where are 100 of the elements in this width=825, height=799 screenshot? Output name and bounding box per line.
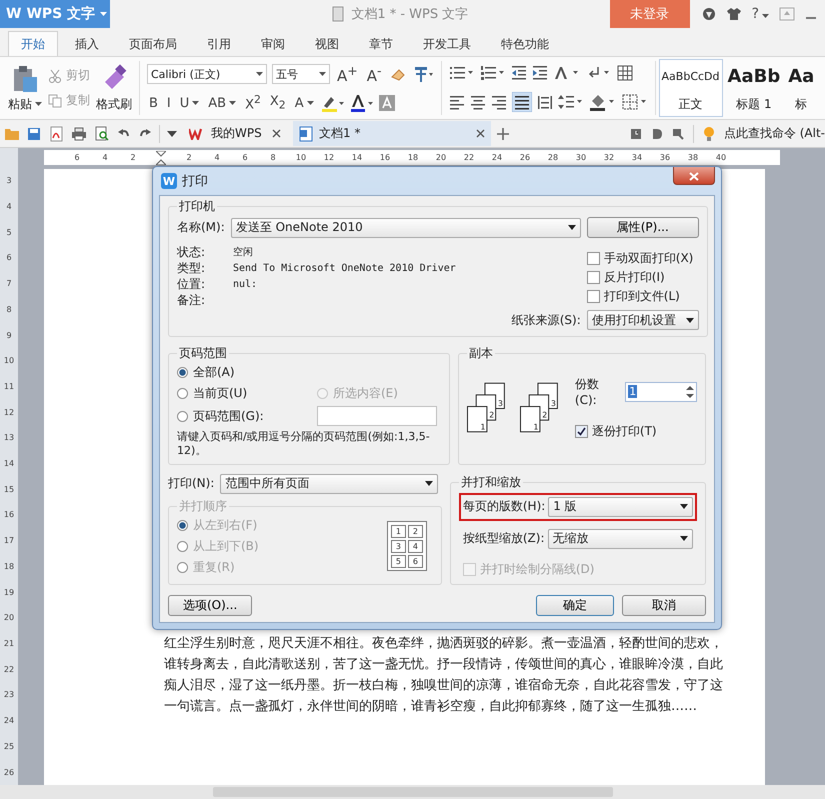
checkbox-option[interactable]: 反片打印(I): [586, 269, 699, 286]
print-icon[interactable]: [71, 126, 87, 140]
collate-checkbox[interactable]: 逐份打印(T): [574, 423, 697, 440]
font-size-step-button[interactable]: A$^{-}$: [364, 63, 384, 86]
horizontal-scrollbar[interactable]: [0, 785, 825, 799]
decrease-indent-icon[interactable]: [510, 64, 527, 80]
line-spacing-icon[interactable]: [558, 94, 584, 110]
style-label: 标题 1: [736, 96, 772, 113]
bullet-list-icon[interactable]: [448, 64, 475, 80]
preview-page-number: 6: [408, 555, 423, 568]
font-color-icon[interactable]: [350, 94, 374, 112]
copies-spinbox[interactable]: 1: [625, 382, 697, 402]
checkbox-option[interactable]: 打印到文件(L): [586, 288, 699, 305]
clock-icon[interactable]: [630, 128, 642, 140]
help-button[interactable]: ?: [752, 6, 769, 22]
ruler-number: 14: [4, 458, 14, 470]
command-search-hint[interactable]: 点此查找命令 (Alt-: [724, 125, 825, 142]
ruler-number: 23: [4, 689, 14, 702]
spin-arrows-icon[interactable]: [686, 384, 696, 399]
new-tab-icon[interactable]: [497, 128, 509, 140]
caret-icon: [762, 14, 769, 18]
menu-tab[interactable]: 特色功能: [488, 31, 562, 56]
radio-option[interactable]: 页码范围(G):: [177, 408, 317, 425]
properties-button[interactable]: 属性(P)...: [586, 217, 699, 238]
ruler-number: 14: [350, 153, 364, 162]
align-left-icon[interactable]: [448, 94, 465, 110]
font-style-button[interactable]: X$^{2}$: [243, 93, 263, 113]
pages-per-sheet-dropdown[interactable]: 1 版: [548, 496, 693, 517]
preview-page-number: 2: [408, 525, 423, 538]
lightbulb-icon[interactable]: [702, 126, 715, 142]
checkbox-option[interactable]: 手动双面打印(X): [586, 250, 699, 267]
printer-dropdown[interactable]: 发送至 OneNote 2010: [230, 218, 581, 238]
document-icon: [331, 6, 346, 22]
increase-indent-icon[interactable]: [532, 64, 548, 80]
numbered-list-icon[interactable]: [480, 64, 506, 80]
pdf-export-icon[interactable]: [48, 126, 64, 142]
style-gallery-item[interactable]: AaBbCcDd 正文: [658, 59, 723, 117]
shirt-icon[interactable]: [726, 7, 742, 21]
menu-tab[interactable]: 插入: [62, 31, 112, 56]
page-range-input[interactable]: [317, 406, 437, 426]
menu-tab[interactable]: 引用: [194, 31, 244, 56]
justify-icon[interactable]: [512, 92, 532, 112]
menu-tab[interactable]: 开始: [8, 31, 58, 56]
menu-tab[interactable]: 开发工具: [410, 31, 484, 56]
font-style-button[interactable]: AB: [206, 96, 238, 111]
font-size-step-button[interactable]: A$^{+}$: [335, 63, 360, 86]
document-tab[interactable]: 我的WPS: [183, 121, 287, 146]
field-label: 打印(N):: [168, 475, 214, 492]
paste-button[interactable]: 粘贴: [8, 64, 42, 112]
paint-bucket-icon[interactable]: [588, 92, 617, 110]
document-tab[interactable]: 文档1 *: [293, 121, 491, 146]
indent-marker-icon[interactable]: [156, 150, 166, 164]
ok-button[interactable]: 确定: [536, 594, 614, 616]
menu-tab[interactable]: 审阅: [248, 31, 298, 56]
menu-tab[interactable]: 章节: [356, 31, 406, 56]
format-painter-button[interactable]: 格式刷: [96, 64, 132, 112]
font-style-button[interactable]: A: [292, 96, 316, 111]
print-what-dropdown[interactable]: 范围中所有页面: [220, 474, 438, 494]
ruler-number: 10: [294, 153, 308, 162]
font-style-button[interactable]: B: [147, 96, 160, 111]
font-style-button[interactable]: I: [164, 96, 173, 111]
close-button[interactable]: [673, 167, 715, 185]
group-title: 页码范围: [178, 345, 228, 362]
character-shading-icon[interactable]: [378, 95, 395, 112]
print-preview-icon[interactable]: [94, 126, 110, 142]
options-button[interactable]: 选项(O)...: [168, 594, 252, 616]
radio-option[interactable]: 全部(A): [177, 364, 442, 382]
info-label: 位置:: [177, 276, 206, 292]
d-shape-icon[interactable]: [650, 128, 663, 140]
borders-icon[interactable]: [622, 94, 648, 110]
close-icon[interactable]: [272, 129, 281, 138]
ruler-number: 6: [6, 252, 12, 264]
menu-tab[interactable]: 视图: [302, 31, 352, 56]
menu-tab[interactable]: 页面布局: [116, 31, 190, 56]
scale-dropdown[interactable]: 无缩放: [548, 528, 693, 549]
style-gallery-item[interactable]: AaBb 标题 1: [724, 59, 784, 117]
align-center-icon[interactable]: [470, 94, 486, 110]
font-style-button[interactable]: U: [178, 96, 202, 111]
ruler-number: 9: [6, 330, 12, 342]
info-value: 空闲: [233, 246, 253, 259]
font-style-button[interactable]: X$_{2}$: [268, 94, 288, 112]
font-size-dropdown[interactable]: 五号: [272, 64, 330, 84]
save-icon[interactable]: [27, 126, 41, 140]
font-name-dropdown[interactable]: Calibri (正文): [147, 64, 267, 84]
highlight-icon[interactable]: [320, 94, 345, 112]
app-logo: W: [161, 173, 177, 189]
distribute-icon[interactable]: [536, 94, 553, 110]
page-range-hint: 请键入页码和/或用逗号分隔的页码范围(例如:1,3,5-12)。: [177, 430, 431, 458]
align-right-icon[interactable]: [490, 94, 507, 110]
dropdown-icon[interactable]: [167, 130, 177, 136]
field-label: 份数(C):: [574, 376, 600, 408]
caret-icon: [319, 72, 326, 76]
style-gallery-item[interactable]: Aa 标: [785, 59, 818, 117]
close-icon[interactable]: [476, 129, 485, 138]
table-icon[interactable]: [616, 64, 633, 80]
cancel-button[interactable]: 取消: [622, 594, 706, 616]
radio-option[interactable]: 当前页(U): [177, 385, 317, 402]
w-logo-icon: [189, 128, 205, 140]
paper-source-dropdown[interactable]: 使用打印机设置: [586, 310, 699, 330]
ruler-number: 11: [4, 380, 14, 393]
